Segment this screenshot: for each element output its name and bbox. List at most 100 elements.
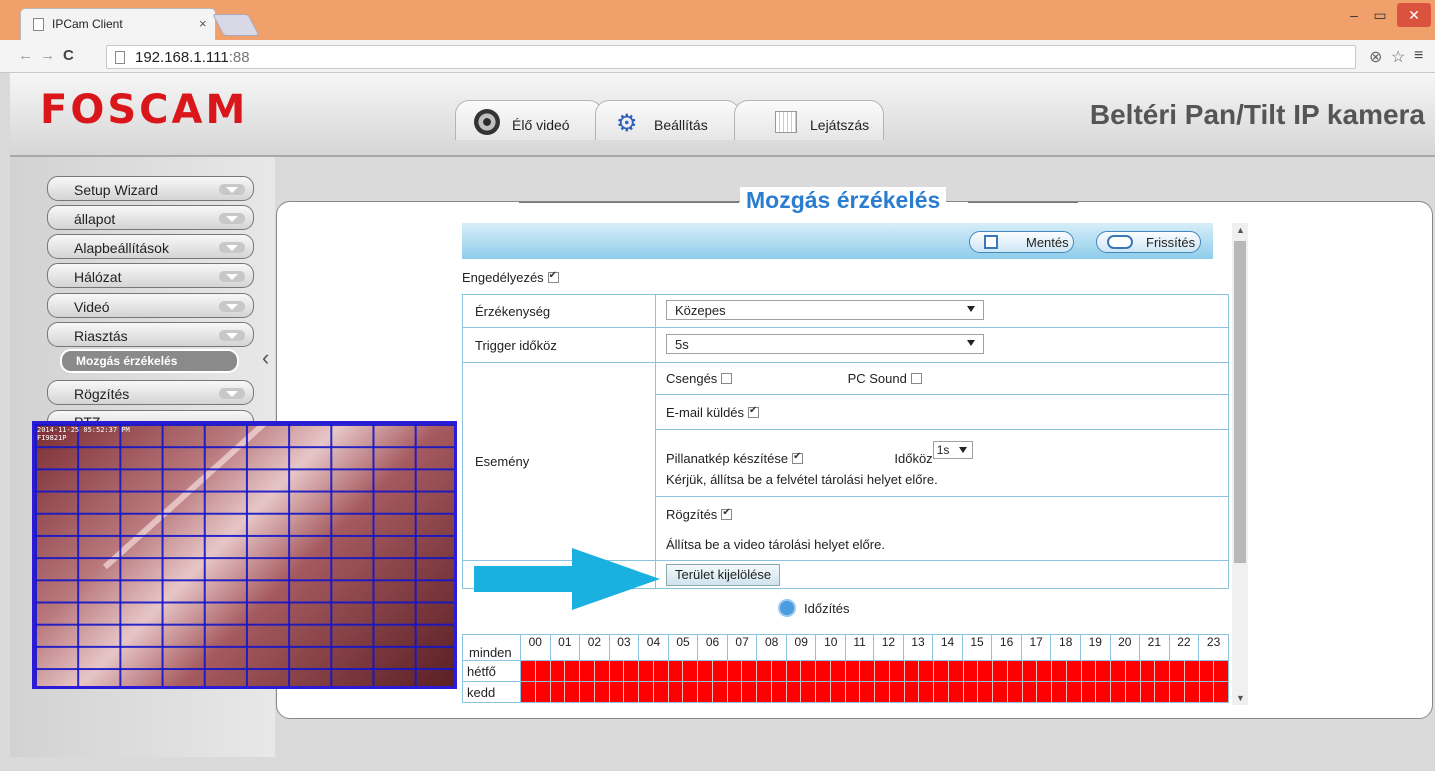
sidebar-item-recording[interactable]: Rögzítés	[47, 380, 254, 405]
schedule-cell[interactable]	[741, 661, 756, 681]
schedule-cell[interactable]	[933, 682, 948, 702]
email-checkbox[interactable]	[748, 405, 760, 418]
schedule-cell[interactable]	[859, 661, 874, 681]
schedule-cell[interactable]	[564, 661, 579, 681]
schedule-cell[interactable]	[1051, 682, 1066, 702]
schedule-cell[interactable]	[652, 661, 668, 681]
schedule-cell[interactable]	[888, 682, 904, 702]
schedule-cell[interactable]	[992, 682, 1007, 702]
schedule-cell[interactable]	[1198, 682, 1214, 702]
schedule-cell[interactable]	[534, 661, 550, 681]
hour-header[interactable]: 06	[697, 634, 728, 661]
hour-header[interactable]: 13	[902, 634, 934, 661]
extension-icon[interactable]: ⊗	[1369, 47, 1382, 67]
schedule-cell[interactable]	[521, 682, 535, 702]
schedule-cell[interactable]	[711, 661, 727, 681]
schedule-cell[interactable]	[918, 661, 933, 681]
schedule-cell[interactable]	[1080, 682, 1096, 702]
schedule-cell[interactable]	[564, 682, 579, 702]
hour-header[interactable]: 18	[1050, 634, 1081, 661]
schedule-cell[interactable]	[800, 661, 815, 681]
sidebar-subitem-motion-detection[interactable]: Mozgás érzékelés	[60, 349, 239, 373]
schedule-cell[interactable]	[1124, 682, 1140, 702]
schedule-cell[interactable]	[638, 661, 653, 681]
schedule-cell[interactable]	[874, 661, 889, 681]
schedule-cell[interactable]	[977, 682, 992, 702]
schedule-cell[interactable]	[623, 661, 638, 681]
schedule-cell[interactable]	[521, 661, 535, 681]
schedule-cell[interactable]	[682, 661, 697, 681]
new-tab-button[interactable]	[212, 14, 260, 36]
schedule-cell[interactable]	[1139, 661, 1155, 681]
schedule-cell[interactable]	[638, 682, 653, 702]
schedule-cell[interactable]	[579, 682, 594, 702]
schedule-cell[interactable]	[1095, 661, 1110, 681]
sidebar-item-network[interactable]: Hálózat	[47, 263, 254, 288]
schedule-cell[interactable]	[859, 682, 874, 702]
hour-header[interactable]: 12	[873, 634, 904, 661]
address-bar[interactable]: 192.168.1.111:88	[106, 45, 1356, 69]
motion-area-video[interactable]: 2014-11-25 05:52:37 PM FI9821P	[32, 421, 457, 689]
back-button[interactable]: ←	[18, 47, 33, 64]
tab-playback[interactable]: Lejátszás	[734, 100, 884, 140]
schedule-cell[interactable]	[652, 682, 668, 702]
tab-settings[interactable]: ⚙ Beállítás	[595, 100, 740, 140]
snapshot-checkbox[interactable]	[792, 451, 804, 464]
maximize-button[interactable]: ▭	[1368, 3, 1392, 27]
tab-live-video[interactable]: Élő videó	[455, 100, 603, 140]
schedule-cell[interactable]	[1006, 661, 1022, 681]
hour-header[interactable]: 14	[932, 634, 963, 661]
schedule-cell[interactable]	[534, 682, 550, 702]
schedule-cell[interactable]	[697, 661, 712, 681]
schedule-cell[interactable]	[815, 682, 830, 702]
hour-header[interactable]: 02	[579, 634, 610, 661]
close-window-button[interactable]: ✕	[1397, 3, 1431, 27]
sidebar-item-alarm[interactable]: Riasztás	[47, 322, 254, 347]
sidebar-item-status[interactable]: állapot	[47, 205, 254, 230]
schedule-cell[interactable]	[844, 682, 860, 702]
schedule-cell[interactable]	[962, 682, 978, 702]
hour-header[interactable]: 19	[1079, 634, 1111, 661]
reload-button[interactable]: C	[63, 47, 74, 64]
schedule-cell[interactable]	[903, 661, 919, 681]
hour-header[interactable]: 04	[638, 634, 669, 661]
schedule-cell[interactable]	[608, 682, 624, 702]
schedule-cell[interactable]	[1065, 661, 1081, 681]
url-text[interactable]: 192.168.1.111:88	[135, 49, 250, 66]
schedule-cell[interactable]	[697, 682, 712, 702]
schedule-cell[interactable]	[726, 682, 742, 702]
motion-area-grid[interactable]	[35, 424, 454, 686]
schedule-cell[interactable]	[1124, 661, 1140, 681]
schedule-cell[interactable]	[1080, 661, 1096, 681]
sensitivity-select[interactable]: Közepes	[666, 299, 984, 320]
menu-icon[interactable]: ≡	[1414, 47, 1423, 65]
schedule-cell[interactable]	[593, 682, 609, 702]
schedule-cell[interactable]	[711, 682, 727, 702]
minimize-button[interactable]: ‒	[1342, 3, 1366, 27]
hour-header[interactable]: 15	[961, 634, 993, 661]
sidebar-item-setup-wizard[interactable]: Setup Wizard	[47, 176, 254, 201]
day-label[interactable]: hétfő	[462, 660, 521, 682]
save-button[interactable]: Mentés	[969, 231, 1074, 253]
schedule-cell[interactable]	[579, 661, 594, 681]
schedule-cell[interactable]	[1051, 661, 1066, 681]
schedule-cell[interactable]	[1021, 661, 1037, 681]
schedule-cell[interactable]	[888, 661, 904, 681]
scroll-up-icon[interactable]: ▲	[1236, 225, 1245, 235]
schedule-cell[interactable]	[962, 661, 978, 681]
hour-header[interactable]: 00	[520, 634, 551, 661]
tab-close-icon[interactable]: ×	[199, 16, 207, 31]
schedule-cell[interactable]	[1213, 682, 1228, 702]
schedule-cell[interactable]	[947, 682, 963, 702]
hour-header[interactable]: 01	[549, 634, 581, 661]
schedule-cell[interactable]	[1006, 682, 1022, 702]
schedule-cell[interactable]	[1198, 661, 1214, 681]
scrollbar-thumb[interactable]	[1234, 241, 1246, 563]
record-checkbox[interactable]	[721, 507, 733, 520]
schedule-cell[interactable]	[1021, 682, 1037, 702]
star-icon[interactable]: ☆	[1391, 47, 1405, 67]
schedule-cell[interactable]	[785, 661, 801, 681]
content-scrollbar[interactable]: ▲ ▼	[1232, 223, 1248, 705]
collapse-sidebar-icon[interactable]: ‹	[262, 345, 269, 371]
hour-header[interactable]: 22	[1168, 634, 1200, 661]
